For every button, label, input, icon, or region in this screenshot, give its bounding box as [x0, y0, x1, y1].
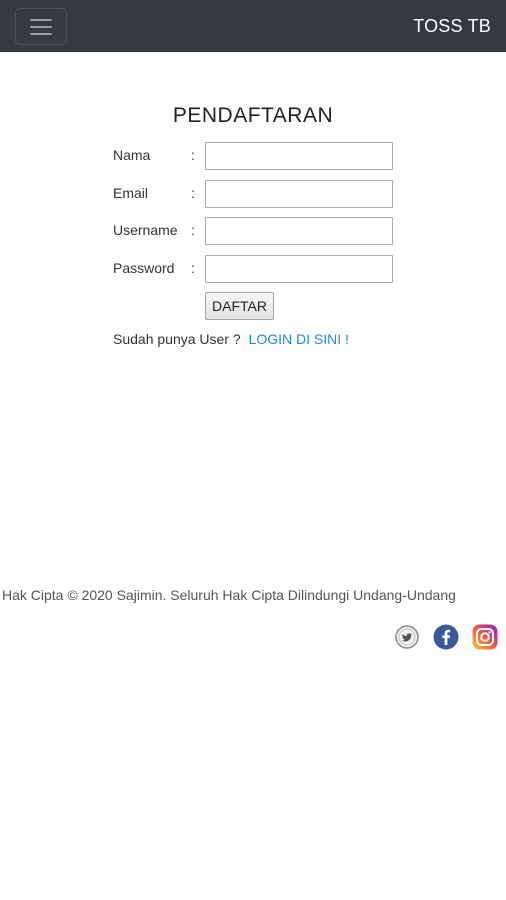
nama-row: Nama :	[113, 142, 403, 170]
login-prompt: Sudah punya User ? LOGIN DI SINI !	[113, 331, 349, 347]
nama-label: Nama	[113, 147, 151, 163]
copyright-text: Hak Cipta © 2020 Sajimin. Seluruh Hak Ci…	[2, 587, 456, 603]
navbar: TOSS TB	[0, 0, 506, 52]
page-title: PENDAFTARAN	[172, 104, 334, 127]
email-row: Email :	[113, 180, 403, 208]
password-input[interactable]	[205, 255, 393, 283]
username-colon: :	[191, 222, 195, 238]
email-label: Email	[113, 185, 149, 201]
facebook-icon[interactable]	[432, 623, 460, 651]
login-prompt-text: Sudah punya User ?	[113, 331, 241, 347]
instagram-icon[interactable]	[471, 623, 499, 651]
username-row: Username :	[113, 217, 403, 245]
email-colon: :	[191, 185, 195, 201]
email-input[interactable]	[205, 180, 393, 208]
username-input[interactable]	[205, 217, 393, 245]
nama-colon: :	[191, 147, 195, 163]
username-label: Username	[113, 222, 178, 238]
password-label: Password	[113, 260, 175, 276]
brand-title[interactable]: TOSS TB	[413, 15, 491, 37]
password-colon: :	[191, 260, 195, 276]
hamburger-icon	[30, 18, 52, 35]
twitter-icon[interactable]	[393, 623, 421, 651]
menu-toggle-button[interactable]	[15, 8, 67, 45]
nama-input[interactable]	[205, 142, 393, 170]
login-link[interactable]: LOGIN DI SINI !	[249, 331, 349, 347]
daftar-button[interactable]: DAFTAR	[205, 292, 274, 320]
password-row: Password :	[113, 255, 403, 283]
